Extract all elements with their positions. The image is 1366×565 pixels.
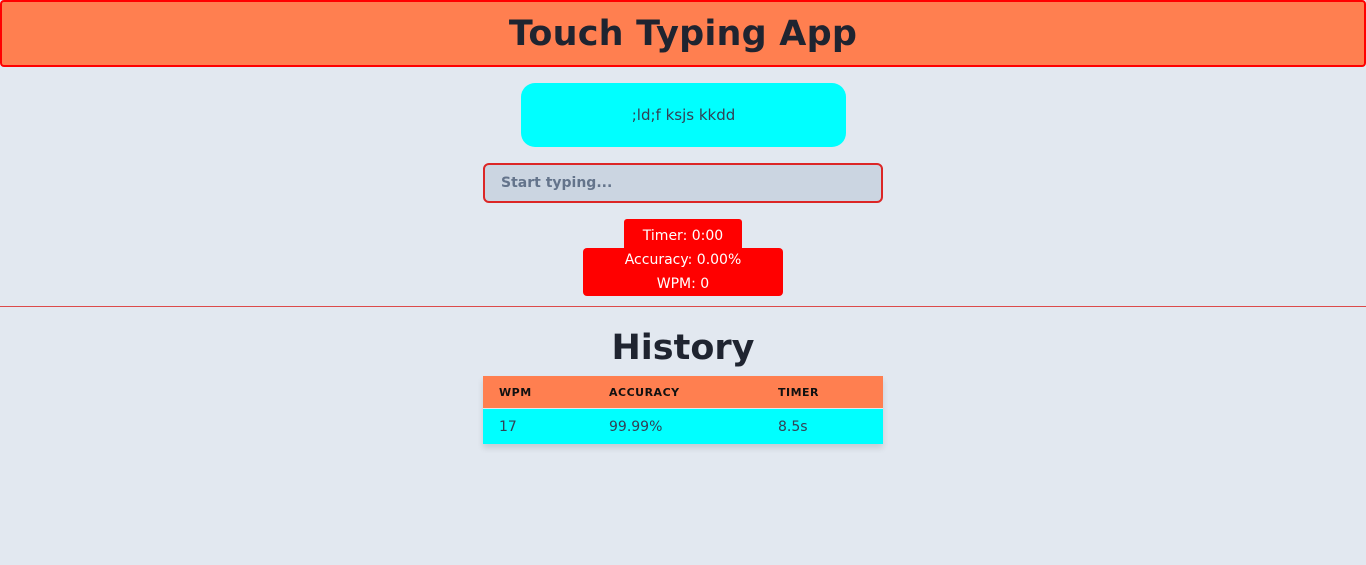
app-title: Touch Typing App	[508, 13, 858, 54]
column-header-wpm: WPM	[483, 376, 593, 409]
section-divider	[0, 306, 1366, 307]
cell-accuracy: 99.99%	[593, 408, 762, 444]
column-header-accuracy: ACCURACY	[593, 376, 762, 409]
history-table: WPM ACCURACY TIMER 17 99.99% 8.5s	[483, 376, 883, 444]
history-title: History	[611, 328, 755, 368]
table-row: 17 99.99% 8.5s	[483, 408, 883, 444]
cell-wpm: 17	[483, 408, 593, 444]
accuracy-stat: Accuracy: 0.00%	[624, 252, 742, 268]
cell-timer: 8.5s	[762, 408, 883, 444]
app-header: Touch Typing App	[0, 0, 1366, 67]
column-header-timer: TIMER	[762, 376, 883, 409]
prompt-text: ;ld;f ksjs kkdd	[631, 106, 736, 124]
timer-stat: Timer: 0:00	[642, 228, 724, 244]
typing-input[interactable]	[483, 163, 883, 203]
wpm-stat: WPM: 0	[656, 276, 710, 292]
typing-prompt: ;ld;f ksjs kkdd	[521, 83, 846, 147]
table-header-row: WPM ACCURACY TIMER	[483, 376, 883, 409]
